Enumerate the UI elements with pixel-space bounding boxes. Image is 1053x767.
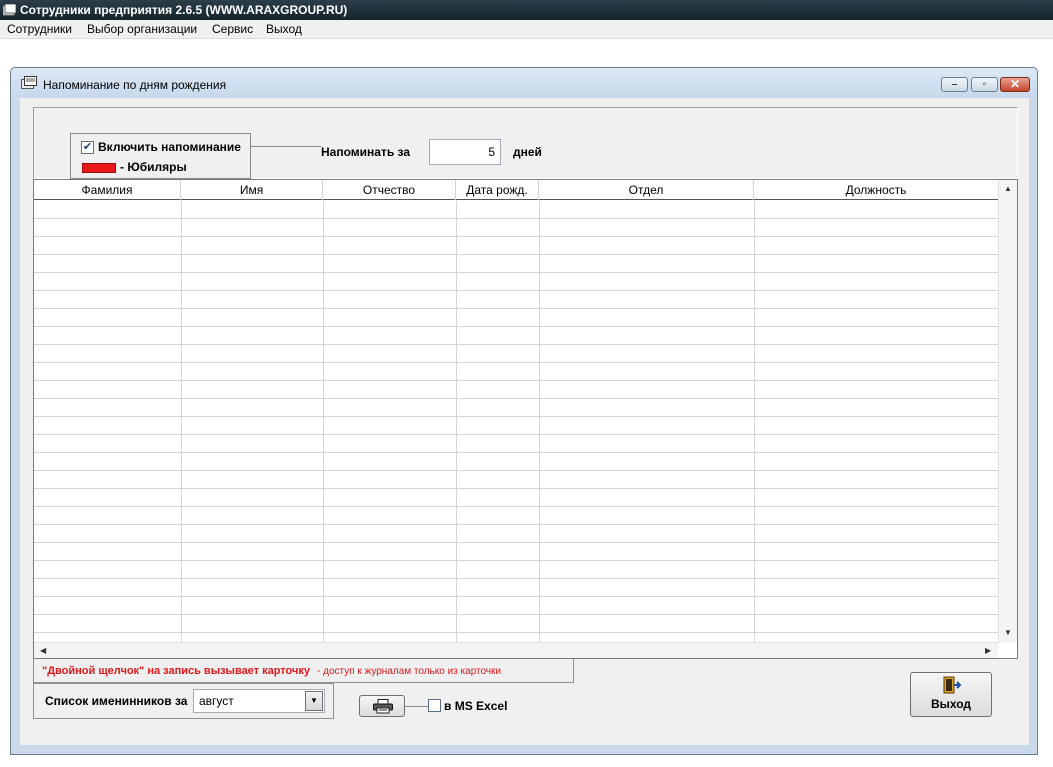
connector-line [405,706,428,707]
maximize-button[interactable]: ▫ [971,77,998,92]
birthday-table[interactable]: Фамилия Имя Отчество Дата рожд. Отдел До… [33,179,1018,659]
scroll-down-icon[interactable]: ▼ [1004,628,1012,638]
dropdown-arrow-icon[interactable]: ▼ [305,691,323,711]
column-header-birth-date[interactable]: Дата рожд. [456,180,539,200]
birthday-reminder-window: Напоминание по дням рождения – ▫ ✕ ✔ Вкл… [10,67,1038,755]
days-label: дней [513,145,542,159]
minimize-button[interactable]: – [941,77,968,92]
app-title-bar: Сотрудники предприятия 2.6.5 (WWW.ARAXGR… [0,0,1053,20]
hint-bar: "Двойной щелчок" на запись вызывает карт… [33,659,574,683]
column-divider [323,201,324,643]
jubilee-label: - Юбиляры [120,160,187,174]
remind-for-label: Напоминать за [321,145,411,159]
exit-door-icon [943,676,962,694]
enable-reminder-label: Включить напоминание [98,140,241,154]
scroll-right-icon[interactable]: ▶ [985,646,991,656]
excel-export-label: в MS Excel [444,699,508,713]
print-button[interactable] [359,695,405,717]
close-icon: ✕ [1009,77,1021,91]
table-body[interactable] [34,201,998,643]
birthday-list-label: Список именинников за [45,694,188,708]
month-select-value: август [199,694,234,708]
vertical-scrollbar[interactable]: ▲ ▼ [998,180,1017,643]
jubilee-color-swatch [82,163,116,173]
minimize-icon: – [951,79,958,90]
double-click-hint: "Двойной щелчок" на запись вызывает карт… [42,665,310,677]
column-divider [181,201,182,643]
column-header-patronymic[interactable]: Отчество [323,180,456,200]
column-header-surname[interactable]: Фамилия [34,180,181,200]
scroll-left-icon[interactable]: ◀ [40,646,46,656]
enable-reminder-checkbox[interactable]: ✔ [81,141,94,154]
column-divider [456,201,457,643]
menu-service[interactable]: Сервис [212,22,253,37]
journals-hint: - доступ к журналам только из карточки [317,666,502,677]
column-divider [539,201,540,643]
excel-export-checkbox[interactable] [428,699,441,712]
table-header: Фамилия Имя Отчество Дата рожд. Отдел До… [34,180,998,200]
settings-panel: ✔ Включить напоминание - Юбиляры Напомин… [33,107,1018,179]
column-header-position[interactable]: Должность [754,180,998,200]
column-header-department[interactable]: Отдел [539,180,754,200]
connector-line [251,146,321,147]
menu-select-organization[interactable]: Выбор организации [87,22,197,37]
birthday-list-panel: Список именинников за август ▼ [33,683,334,719]
horizontal-scrollbar[interactable]: ◀ ▶ [34,642,998,658]
exit-button[interactable]: Выход [910,672,992,717]
window-icon [21,76,37,89]
days-input[interactable]: 5 [429,139,501,165]
app-title: Сотрудники предприятия 2.6.5 (WWW.ARAXGR… [20,3,348,17]
printer-icon [373,699,393,714]
checkmark-icon: ✔ [82,141,93,153]
menu-exit[interactable]: Выход [266,22,302,37]
window-title-bar: Напоминание по дням рождения – ▫ ✕ [11,68,1037,98]
exit-button-label: Выход [930,697,972,711]
month-select[interactable]: август ▼ [193,689,325,713]
menu-bar: Сотрудники Выбор организации Сервис Выхо… [0,20,1053,39]
close-button[interactable]: ✕ [1000,77,1030,92]
column-divider [754,201,755,643]
app-icon [3,4,16,16]
scroll-up-icon[interactable]: ▲ [1004,184,1012,194]
menu-employees[interactable]: Сотрудники [7,22,72,37]
maximize-icon: ▫ [982,79,987,90]
column-header-name[interactable]: Имя [181,180,323,200]
window-client-area: ✔ Включить напоминание - Юбиляры Напомин… [20,98,1029,745]
reminder-group: ✔ Включить напоминание - Юбиляры [70,133,251,179]
window-title: Напоминание по дням рождения [43,78,227,92]
